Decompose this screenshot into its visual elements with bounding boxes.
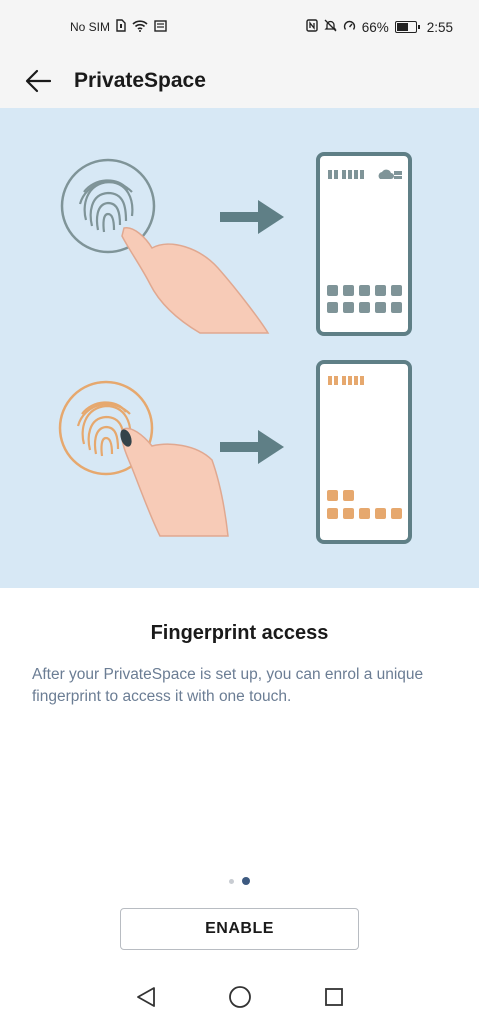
status-right: 66% 2:55 xyxy=(305,19,453,35)
carrier-label: No SIM xyxy=(70,20,111,34)
feature-headline: Fingerprint access xyxy=(150,622,329,644)
notification-icon xyxy=(154,19,167,35)
home-circle-icon xyxy=(228,986,251,1008)
nav-home-button[interactable] xyxy=(227,984,253,1010)
status-bar: No SIM 66% 2:55 xyxy=(0,0,479,54)
arrow-orange-icon xyxy=(220,430,284,464)
fingerprint-illustration xyxy=(0,108,479,588)
back-button[interactable] xyxy=(8,54,68,108)
page-indicator xyxy=(0,877,479,885)
battery-fill xyxy=(396,23,408,31)
enable-button[interactable]: ENABLE xyxy=(120,908,359,950)
back-triangle-icon xyxy=(136,987,155,1007)
phone-orange xyxy=(316,360,412,544)
status-left: No SIM xyxy=(70,19,167,35)
power-saving-icon xyxy=(343,19,356,35)
app-bar: PrivateSpace xyxy=(0,54,479,108)
page-dot-2-active xyxy=(242,877,250,885)
feature-description: After your PrivateSpace is set up, you c… xyxy=(32,666,424,705)
hand-gray xyxy=(121,227,270,334)
phone-gray xyxy=(316,152,412,336)
recents-square-icon xyxy=(324,988,343,1006)
clock: 2:55 xyxy=(426,19,453,35)
page-title: PrivateSpace xyxy=(74,69,206,92)
nav-recents-button[interactable] xyxy=(321,984,347,1010)
nav-back-button[interactable] xyxy=(133,984,159,1010)
system-nav-bar xyxy=(0,970,479,1024)
back-arrow-icon xyxy=(25,69,51,93)
battery-icon xyxy=(394,21,420,33)
battery-percent: 66% xyxy=(361,19,389,35)
mute-icon xyxy=(324,19,337,35)
nfc-icon xyxy=(305,19,318,35)
arrow-gray-icon xyxy=(220,200,284,234)
hand-orange xyxy=(120,427,229,537)
sim-card-icon xyxy=(116,19,126,35)
page-dot-1 xyxy=(229,878,234,884)
wifi-icon xyxy=(132,19,148,35)
